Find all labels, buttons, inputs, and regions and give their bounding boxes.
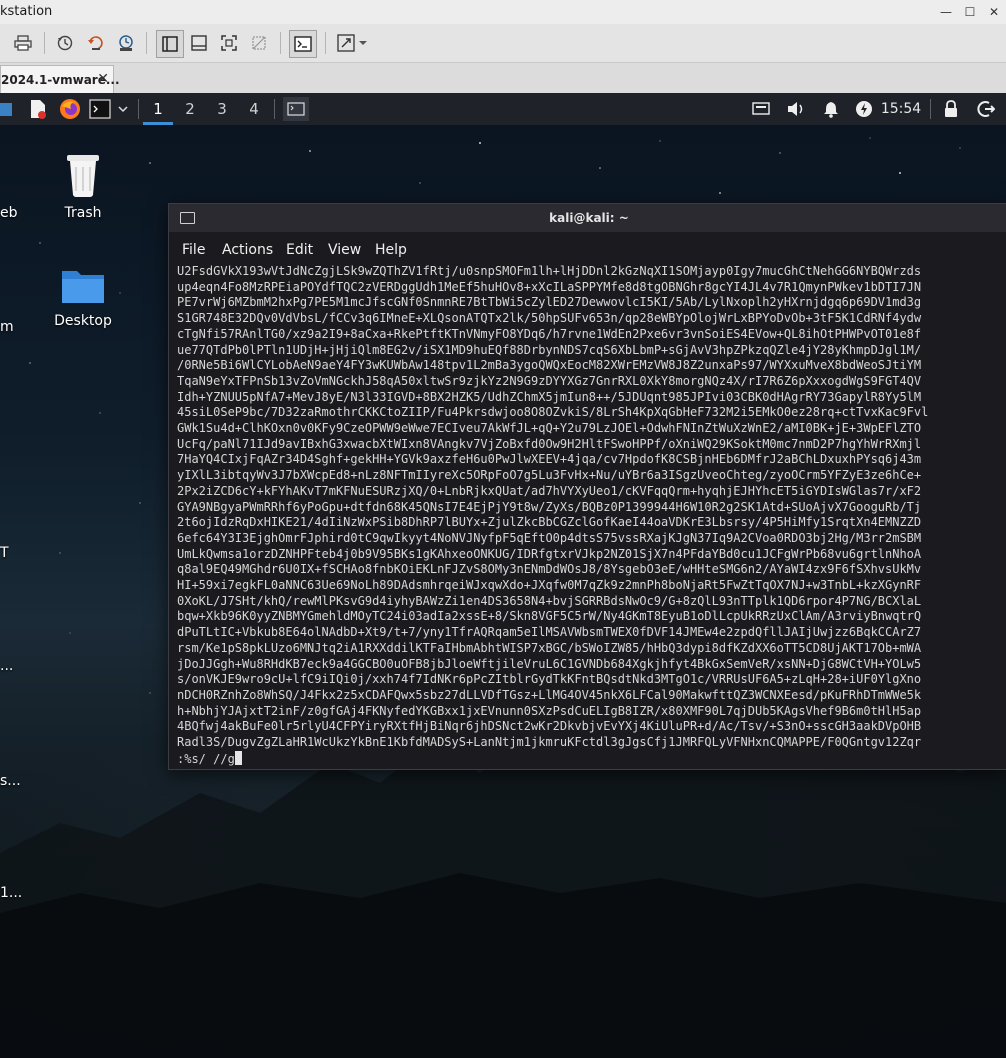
desktop-folder-label: Desktop: [54, 313, 112, 329]
workspace-4[interactable]: 4: [243, 97, 265, 121]
terminal-line: TqaN9eYxTFPnSb13vZoVmNGckhJ58qA50xltwSr9…: [177, 373, 922, 388]
terminal-line: jDoJJGgh+Wu8RHdKB7eck9a4GGCBO0uOFB8jbJlo…: [177, 656, 922, 671]
terminal-line: GWk1Su4d+ClhKOxn0v0KFy9CzeOPWW9eWwe7ECIv…: [177, 421, 922, 436]
terminal-line: dPuTLtIC+Vbkub8E64olNAdbD+Xt9/t+7/yny1Tf…: [177, 625, 922, 640]
menu-edit[interactable]: Edit: [286, 242, 313, 258]
desktop-item-label[interactable]: eb: [0, 205, 18, 221]
desktop-item-label[interactable]: T: [0, 545, 9, 561]
chevron-down-icon[interactable]: [356, 30, 370, 56]
minimize-button[interactable]: —: [934, 0, 958, 24]
close-tab-icon[interactable]: ✕: [97, 71, 109, 87]
terminal-launcher-icon[interactable]: [88, 97, 112, 121]
terminal-line: bqw+Xkb96K0yyZNBMYGmehldMOyTC24i03adIa2x…: [177, 609, 922, 624]
vmware-title-bar: kstation — ☐ ✕: [0, 0, 1006, 24]
lock-icon[interactable]: [941, 97, 961, 121]
thumbnail-bar-icon[interactable]: [186, 30, 212, 56]
terminal-line: Idh+YZNUU5pNfA7+MevJ8yE/N3l33IGVD+8BX2HZ…: [177, 389, 922, 404]
terminal-line: s/onVKJE9wro9cU+lfC9iIQi0j/xxh74f7IdNKr6…: [177, 672, 922, 687]
vm-tab[interactable]: 2024.1-vmware... ✕: [0, 65, 120, 94]
snapshot-icon[interactable]: [52, 30, 78, 56]
terminal-task-icon[interactable]: [283, 97, 309, 121]
vmware-toolbar: [0, 24, 1006, 63]
terminal-line: cTgNfi57RAnlTG0/xz9a2I9+8aCxa+RkePtftKTn…: [177, 326, 922, 341]
revert-snapshot-icon[interactable]: [83, 30, 109, 56]
terminal-line: up4eqn4Fo8MzRPEiaPOYdfTQC2zVERDggUdh1MeE…: [177, 279, 922, 294]
desktop-item-label[interactable]: ...: [0, 658, 13, 674]
terminal-title: kali@kali: ~: [549, 211, 629, 225]
desktop-folder-icon[interactable]: Desktop: [43, 265, 123, 329]
power-status-icon[interactable]: [853, 97, 875, 121]
top-panel: 1 2 3 4 15:54: [0, 93, 1006, 125]
trash-label: Trash: [64, 205, 102, 221]
menu-view[interactable]: View: [328, 242, 361, 258]
command-text: :%s/ //g: [177, 751, 235, 766]
terminal-line: GYA9NBgyaPWmRRhf6yPoGpu+dtfdn68K45QNsI7E…: [177, 499, 922, 514]
terminal-line: rsm/Ke1pS8pkLUzo6MNJtq2iA1RXXddilKTFaIHb…: [177, 640, 922, 655]
firefox-icon[interactable]: [58, 97, 82, 121]
terminal-line: 7HaYQ4CIxjFqAZr34D4Sghf+gekHH+YGVk9axzfe…: [177, 452, 922, 467]
workspace-2[interactable]: 2: [179, 97, 201, 121]
trash-desktop-icon[interactable]: Trash: [43, 151, 123, 221]
window-title: kstation: [0, 4, 53, 19]
notifications-bell-icon[interactable]: [820, 97, 842, 121]
console-view-icon[interactable]: [289, 30, 317, 58]
chevron-down-icon[interactable]: [116, 97, 130, 121]
trash-icon: [67, 155, 99, 197]
terminal-line: 6efc64Y3I3EjghOmrFJphird0tC9qwIkyyt4NoNV…: [177, 530, 922, 545]
close-button[interactable]: ✕: [982, 0, 1006, 24]
terminal-line: 2Px2iZCD6cY+kFYhAKvT7mKFNuESURzjXQ/0+Lnb…: [177, 483, 922, 498]
volume-icon[interactable]: [785, 97, 807, 121]
menu-file[interactable]: File: [182, 242, 205, 258]
terminal-line: nDCH0RZnhZo8WhSQ/J4Fkx2z5xCDAFQwx5sbz27d…: [177, 687, 922, 702]
terminal-line: /0RNe5Bi6WlCYLobAeN9aeY4FY3wKUWbAw148tpv…: [177, 358, 922, 373]
maximize-button[interactable]: ☐: [958, 0, 982, 24]
terminal-line: Radl3S/DugvZgZLaHR1WcUkzYkBnE1KbfdMADSyS…: [177, 735, 922, 750]
workspace-3[interactable]: 3: [211, 97, 233, 121]
clock[interactable]: 15:54: [880, 97, 922, 121]
text-cursor: [234, 750, 242, 765]
unity-mode-icon[interactable]: [246, 30, 272, 56]
vm-display-icon[interactable]: [750, 97, 772, 121]
menu-help[interactable]: Help: [375, 242, 407, 258]
folder-icon: [62, 271, 104, 303]
terminal-line: h+NbhjYJAjxtT2inF/z0gfGAj4FKNyfedYKGBxx1…: [177, 703, 922, 718]
terminal-line: 0XoKL/J7SHt/khQ/rewMlPKsvG9d4iyhyBAWzZi1…: [177, 593, 922, 608]
desktop-item-label[interactable]: s...: [0, 773, 21, 789]
menu-actions[interactable]: Actions: [222, 242, 273, 258]
terminal-line: ue77QTdPb0lPTln1UDjH+jHjiQlm8EG2v/iSX1MD…: [177, 342, 922, 357]
sidebar-toggle-icon[interactable]: [156, 30, 184, 58]
terminal-window[interactable]: kali@kali: ~ File Actions Edit View Help…: [168, 203, 1006, 770]
terminal-title-bar[interactable]: kali@kali: ~: [169, 204, 1006, 232]
terminal-line: UmLkQwmsa1orzDZNHPFteb4j0b9V95BKs1gKAhxe…: [177, 546, 922, 561]
desktop-item-label[interactable]: 1...: [0, 885, 22, 901]
file-manager-icon[interactable]: [0, 97, 14, 121]
snapshot-manager-icon[interactable]: [113, 30, 139, 56]
command-line[interactable]: :%s/ //g: [177, 750, 1006, 768]
terminal-line: 4BQfwj4akBuFe0lr5rlyU4CFPYiryRXtfHjBiNqr…: [177, 719, 922, 734]
terminal-line: 2t6ojIdzRqDxHIKE21/4dIiNzWxPSib8DhRP7lBU…: [177, 515, 922, 530]
terminal-line: yIXlL3ibtqyWv3J7bXWcpEd8+nLz8NFTmIIyreXc…: [177, 468, 922, 483]
active-workspace-indicator: [143, 122, 173, 125]
terminal-line: q8al9EQ49MGhdr6U0IX+fSCHAo8fnbKOiEKLnFJZ…: [177, 562, 922, 577]
terminal-output[interactable]: U2FsdGVkX193wVtJdNcZgjLSk9wZQThZV1fRtj/u…: [177, 264, 1006, 768]
guest-desktop[interactable]: 1 2 3 4 15:54 Trash Desktop eb m T ... s…: [0, 93, 1006, 1058]
print-icon[interactable]: [10, 30, 36, 56]
terminal-line: UcFq/paNl71IJd9avIBxhG3xwacbXtWIxn8VAngk…: [177, 436, 922, 451]
workspace-1[interactable]: 1: [147, 97, 169, 121]
terminal-line: 45siL0SeP9bc/7D32zaRmothrCKKCtoZIIP/Fu4P…: [177, 405, 929, 420]
terminal-menubar: File Actions Edit View Help: [169, 232, 1006, 262]
text-editor-icon[interactable]: [27, 97, 49, 121]
logout-icon[interactable]: [975, 97, 997, 121]
terminal-line: U2FsdGVkX193wVtJdNcZgjLSk9wZQThZV1fRtj/u…: [177, 264, 922, 278]
vm-tab-strip: 2024.1-vmware... ✕: [0, 63, 1006, 94]
terminal-line: S1GR748E32DQv0VdVbsL/fCCv3q6IMneE+XLQson…: [177, 311, 922, 326]
window-controls: — ☐ ✕: [934, 0, 1006, 24]
desktop-item-label[interactable]: m: [0, 319, 14, 335]
terminal-line: HI+59xi7egkFL0aNNC63Ue69NoLh89DAdsmhrqei…: [177, 578, 922, 593]
fullscreen-icon[interactable]: [216, 30, 242, 56]
terminal-line: PE7vrWj6MZbmM2hxPg7PE5M1mcJfscGNf0SnmnRE…: [177, 295, 922, 310]
